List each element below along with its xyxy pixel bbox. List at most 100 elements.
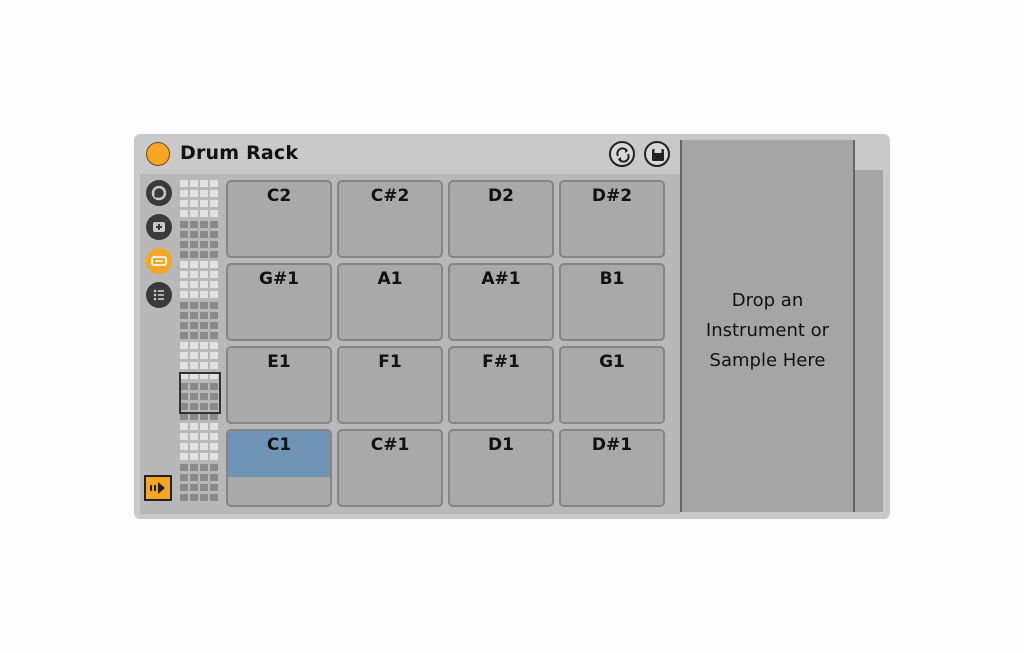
overview-bank[interactable] <box>180 342 222 382</box>
overview-cell <box>180 250 188 258</box>
overview-cell <box>210 261 218 268</box>
overview-bank[interactable] <box>180 463 222 504</box>
overview-cell <box>210 301 218 309</box>
pad-overview-grid[interactable] <box>179 180 222 504</box>
overview-cell <box>210 372 218 379</box>
drum-pad[interactable]: C#2 <box>337 180 443 258</box>
device-title: Drum Rack <box>180 142 299 164</box>
overview-cell <box>210 311 218 319</box>
drum-pad-grid: C2 C#2 D2 D#2 G#1 A1 A#1 B1 E1 F1 F#1 G1 C1 C#1 D1 D#1 <box>226 180 670 508</box>
drum-pad[interactable]: F1 <box>337 346 443 424</box>
overview-cell <box>200 352 208 359</box>
overview-cell <box>200 402 208 410</box>
overview-cell <box>180 463 188 471</box>
overview-cell <box>200 443 208 450</box>
auto-select-button[interactable] <box>144 475 172 501</box>
overview-cell <box>200 392 208 400</box>
overview-cell <box>200 291 208 298</box>
overview-cell <box>190 453 198 460</box>
drum-pad[interactable]: A1 <box>337 263 443 341</box>
overview-cell <box>200 281 208 288</box>
overview-cell <box>210 352 218 359</box>
pad-note-label: D#1 <box>591 435 633 455</box>
overview-cell <box>180 190 188 197</box>
overview-bank[interactable] <box>180 423 222 463</box>
drum-rack-body: C2 C#2 D2 D#2 G#1 A1 A#1 B1 E1 F1 F#1 G1 C1 C#1 D1 D#1 <box>140 174 680 514</box>
drum-pad[interactable]: A#1 <box>448 263 554 341</box>
drum-pad[interactable]: G1 <box>559 346 665 424</box>
chain-list-icon <box>153 289 164 301</box>
drum-pad[interactable]: E1 <box>226 346 332 424</box>
overview-bank[interactable] <box>180 382 222 423</box>
overview-cell <box>200 180 208 187</box>
input-routing-icon <box>151 256 167 266</box>
overview-cell <box>210 433 218 440</box>
show-macros-button[interactable] <box>146 180 172 206</box>
overview-cell <box>200 321 208 329</box>
pad-note-label: C#2 <box>370 186 410 206</box>
overview-cell <box>180 483 188 491</box>
overview-cell <box>210 281 218 288</box>
hot-swap-icon <box>616 147 630 163</box>
overview-cell <box>190 271 198 278</box>
drop-zone-text: Drop an Instrument or Sample Here <box>682 286 853 376</box>
overview-cell <box>210 321 218 329</box>
randomize-macros-button[interactable] <box>146 214 172 240</box>
overview-cell <box>210 331 218 339</box>
overview-cell <box>180 423 188 430</box>
pad-note-label: B1 <box>599 269 625 289</box>
overview-cell <box>180 230 188 238</box>
overview-cell <box>190 250 198 258</box>
drum-pad[interactable]: C#1 <box>337 429 443 507</box>
overview-cell <box>190 473 198 481</box>
show-chain-list-button[interactable] <box>146 282 172 308</box>
overview-cell <box>180 382 188 390</box>
overview-cell <box>210 362 218 369</box>
drum-pad[interactable]: F#1 <box>448 346 554 424</box>
overview-cell <box>210 483 218 491</box>
pad-note-label: D1 <box>488 435 514 455</box>
device-power-toggle[interactable] <box>146 142 170 166</box>
chain-drop-zone[interactable]: Drop an Instrument or Sample Here <box>680 140 855 512</box>
drum-pad[interactable]: D#2 <box>559 180 665 258</box>
overview-cell <box>210 443 218 450</box>
pad-note-label: C#1 <box>370 435 410 455</box>
overview-cell <box>180 311 188 319</box>
drum-pad[interactable]: C1 <box>226 429 332 507</box>
drum-pad[interactable]: D2 <box>448 180 554 258</box>
overview-cell <box>180 261 188 268</box>
overview-bank[interactable] <box>180 180 222 220</box>
overview-cell <box>190 321 198 329</box>
overview-bank[interactable] <box>180 301 222 342</box>
overview-cell <box>180 443 188 450</box>
drum-pad[interactable]: G#1 <box>226 263 332 341</box>
pad-note-label: F#1 <box>482 352 520 372</box>
drum-pad[interactable]: D#1 <box>559 429 665 507</box>
overview-cell <box>200 220 208 228</box>
drum-pad[interactable]: C2 <box>226 180 332 258</box>
hot-swap-button[interactable] <box>609 141 635 167</box>
overview-cell <box>200 261 208 268</box>
overview-bank[interactable] <box>180 220 222 261</box>
overview-cell <box>210 271 218 278</box>
overview-bank[interactable] <box>180 261 222 301</box>
overview-cell <box>190 412 198 420</box>
overview-cell <box>200 493 208 501</box>
overview-cell <box>210 250 218 258</box>
overview-cell <box>180 473 188 481</box>
overview-cell <box>180 321 188 329</box>
overview-cell <box>180 331 188 339</box>
overview-cell <box>180 433 188 440</box>
overview-cell <box>190 423 198 430</box>
save-preset-button[interactable] <box>644 141 670 167</box>
overview-cell <box>190 402 198 410</box>
drum-pad[interactable]: D1 <box>448 429 554 507</box>
overview-cell <box>190 493 198 501</box>
overview-cell <box>190 372 198 379</box>
overview-cell <box>190 230 198 238</box>
overview-cell <box>210 180 218 187</box>
drum-pad[interactable]: B1 <box>559 263 665 341</box>
overview-cell <box>180 180 188 187</box>
overview-cell <box>190 483 198 491</box>
show-io-button[interactable] <box>146 248 172 274</box>
